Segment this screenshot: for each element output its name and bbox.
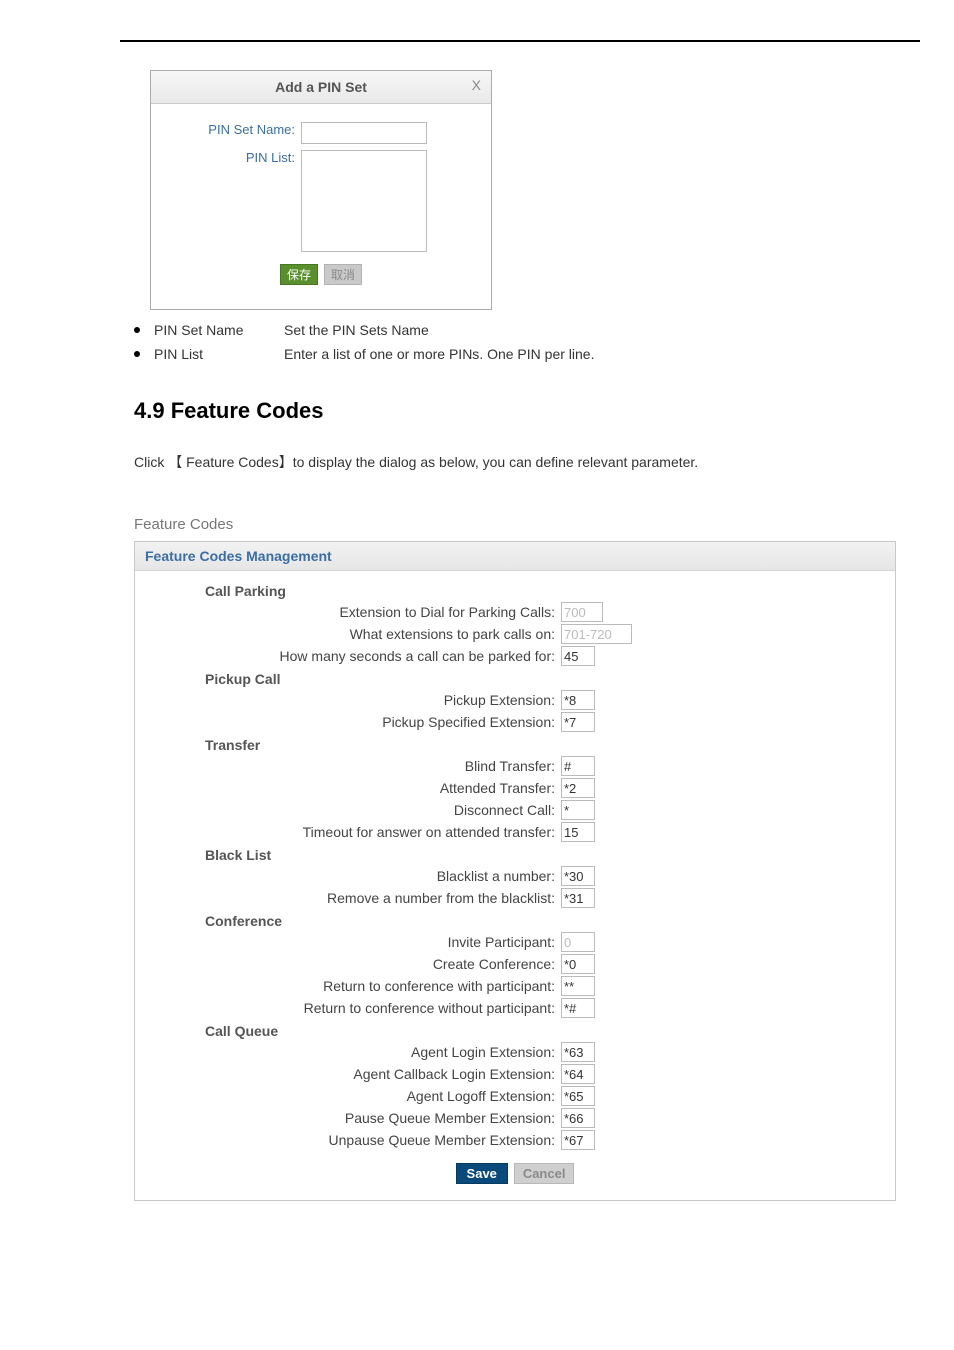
fc-label: Unpause Queue Member Extension:	[135, 1129, 561, 1151]
bullet-desc: Enter a list of one or more PINs. One PI…	[284, 346, 920, 362]
fc-label: Blacklist a number:	[135, 865, 561, 887]
attended-transfer-input[interactable]	[561, 778, 595, 798]
fc-label: Blind Transfer:	[135, 755, 561, 777]
fc-label: Disconnect Call:	[135, 799, 561, 821]
disconnect-call-input[interactable]	[561, 800, 595, 820]
group-call-queue: Call Queue	[205, 1023, 895, 1039]
cancel-button-cn[interactable]: 取消	[324, 264, 362, 285]
fc-label: Remove a number from the blacklist:	[135, 887, 561, 909]
park-extensions-input[interactable]	[561, 624, 632, 644]
group-call-parking: Call Parking	[205, 583, 895, 599]
fc-label: Extension to Dial for Parking Calls:	[135, 601, 561, 623]
pause-queue-ext-input[interactable]	[561, 1108, 595, 1128]
list-item: PIN Set Name Set the PIN Sets Name	[134, 322, 920, 338]
fc-label: Pause Queue Member Extension:	[135, 1107, 561, 1129]
fc-label: Return to conference without participant…	[135, 997, 561, 1019]
save-button[interactable]: Save	[456, 1163, 508, 1184]
fc-label: Return to conference with participant:	[135, 975, 561, 997]
park-seconds-input[interactable]	[561, 646, 595, 666]
bullet-desc: Set the PIN Sets Name	[284, 322, 920, 338]
group-transfer: Transfer	[205, 737, 895, 753]
bullet-icon	[134, 351, 140, 357]
close-icon[interactable]: X	[472, 77, 481, 93]
group-conference: Conference	[205, 913, 895, 929]
fc-label: Invite Participant:	[135, 931, 561, 953]
pickup-spec-ext-input[interactable]	[561, 712, 595, 732]
agent-login-ext-input[interactable]	[561, 1042, 595, 1062]
blacklist-number-input[interactable]	[561, 866, 595, 886]
section-heading: 4.9 Feature Codes	[134, 398, 920, 424]
blind-transfer-input[interactable]	[561, 756, 595, 776]
return-without-participant-input[interactable]	[561, 998, 595, 1018]
save-button-cn[interactable]: 保存	[280, 264, 318, 285]
section-intro: Click 【 Feature Codes】to display the dia…	[134, 452, 920, 472]
pin-list-label: PIN List:	[165, 150, 301, 165]
group-blacklist: Black List	[205, 847, 895, 863]
bullet-term: PIN Set Name	[154, 322, 284, 338]
fc-label: Agent Callback Login Extension:	[135, 1063, 561, 1085]
invite-participant-input[interactable]	[561, 932, 595, 952]
create-conference-input[interactable]	[561, 954, 595, 974]
bullet-icon	[134, 327, 140, 333]
dialog-title: Add a PIN Set	[275, 79, 367, 95]
pin-set-name-label: PIN Set Name:	[165, 122, 301, 137]
feature-codes-panel: Feature Codes Management Call Parking Ex…	[134, 541, 896, 1201]
unpause-queue-ext-input[interactable]	[561, 1130, 595, 1150]
pin-set-name-input[interactable]	[301, 122, 427, 144]
agent-logoff-ext-input[interactable]	[561, 1086, 595, 1106]
dialog-header: Add a PIN Set X	[151, 71, 491, 104]
cancel-button[interactable]: Cancel	[514, 1163, 575, 1184]
return-with-participant-input[interactable]	[561, 976, 595, 996]
group-pickup-call: Pickup Call	[205, 671, 895, 687]
panel-title: Feature Codes Management	[135, 542, 895, 571]
fc-label: What extensions to park calls on:	[135, 623, 561, 645]
remove-blacklist-input[interactable]	[561, 888, 595, 908]
dialog-body: PIN Set Name: PIN List: 保存 取消	[151, 104, 491, 309]
pickup-ext-input[interactable]	[561, 690, 595, 710]
list-item: PIN List Enter a list of one or more PIN…	[134, 346, 920, 362]
fc-label: Timeout for answer on attended transfer:	[135, 821, 561, 843]
bullet-term: PIN List	[154, 346, 284, 362]
fc-label: How many seconds a call can be parked fo…	[135, 645, 561, 667]
fc-label: Agent Logoff Extension:	[135, 1085, 561, 1107]
ext-dial-parking-input[interactable]	[561, 602, 603, 622]
fc-label: Agent Login Extension:	[135, 1041, 561, 1063]
fc-label: Attended Transfer:	[135, 777, 561, 799]
feature-codes-title: Feature Codes	[134, 516, 920, 533]
pin-list-textarea[interactable]	[301, 150, 427, 252]
agent-callback-login-ext-input[interactable]	[561, 1064, 595, 1084]
fc-label: Pickup Specified Extension:	[135, 711, 561, 733]
add-pin-set-dialog: Add a PIN Set X PIN Set Name: PIN List: …	[150, 70, 492, 310]
attended-timeout-input[interactable]	[561, 822, 595, 842]
fc-label: Create Conference:	[135, 953, 561, 975]
pin-set-explanation: PIN Set Name Set the PIN Sets Name PIN L…	[134, 322, 920, 362]
fc-label: Pickup Extension:	[135, 689, 561, 711]
